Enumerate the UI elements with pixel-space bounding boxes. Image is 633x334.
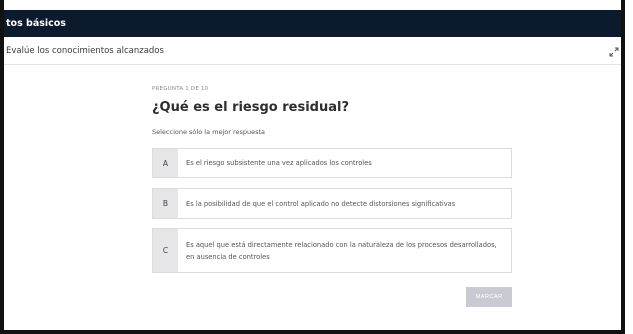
answer-letter: C: [153, 229, 178, 272]
mark-button[interactable]: MARCAR: [466, 287, 512, 307]
answer-option-b[interactable]: B Es la posibilidad de que el control ap…: [152, 188, 512, 219]
question-panel: PREGUNTA 1 DE 10 ¿Qué es el riesgo resid…: [4, 66, 621, 324]
quiz-window: tos básicos Evalúe los conocimientos alc…: [0, 0, 625, 334]
answer-letter: B: [153, 189, 178, 218]
answer-text: Es la posibilidad de que el control apli…: [186, 199, 456, 208]
answer-option-a[interactable]: A Es el riesgo subsistente una vez aplic…: [152, 148, 512, 178]
expand-icon[interactable]: [609, 47, 619, 57]
answer-text: Es el riesgo subsistente una vez aplicad…: [186, 159, 372, 167]
course-title-bar: tos básicos: [4, 10, 621, 37]
section-header: Evalúe los conocimientos alcanzados: [4, 37, 621, 65]
answer-text: Es aquel que está directamente relaciona…: [186, 240, 497, 261]
question-counter: PREGUNTA 1 DE 10: [152, 86, 209, 92]
question-instruction: Seleccione sólo la mejor respuesta: [152, 128, 266, 136]
section-title: Evalúe los conocimientos alcanzados: [6, 46, 164, 56]
answer-option-c[interactable]: C Es aquel que está directamente relacio…: [152, 228, 512, 273]
question-title: ¿Qué es el riesgo residual?: [152, 100, 350, 115]
course-title: tos básicos: [6, 18, 66, 29]
answer-letter: A: [153, 149, 178, 177]
window-bottom-border: [0, 330, 625, 334]
